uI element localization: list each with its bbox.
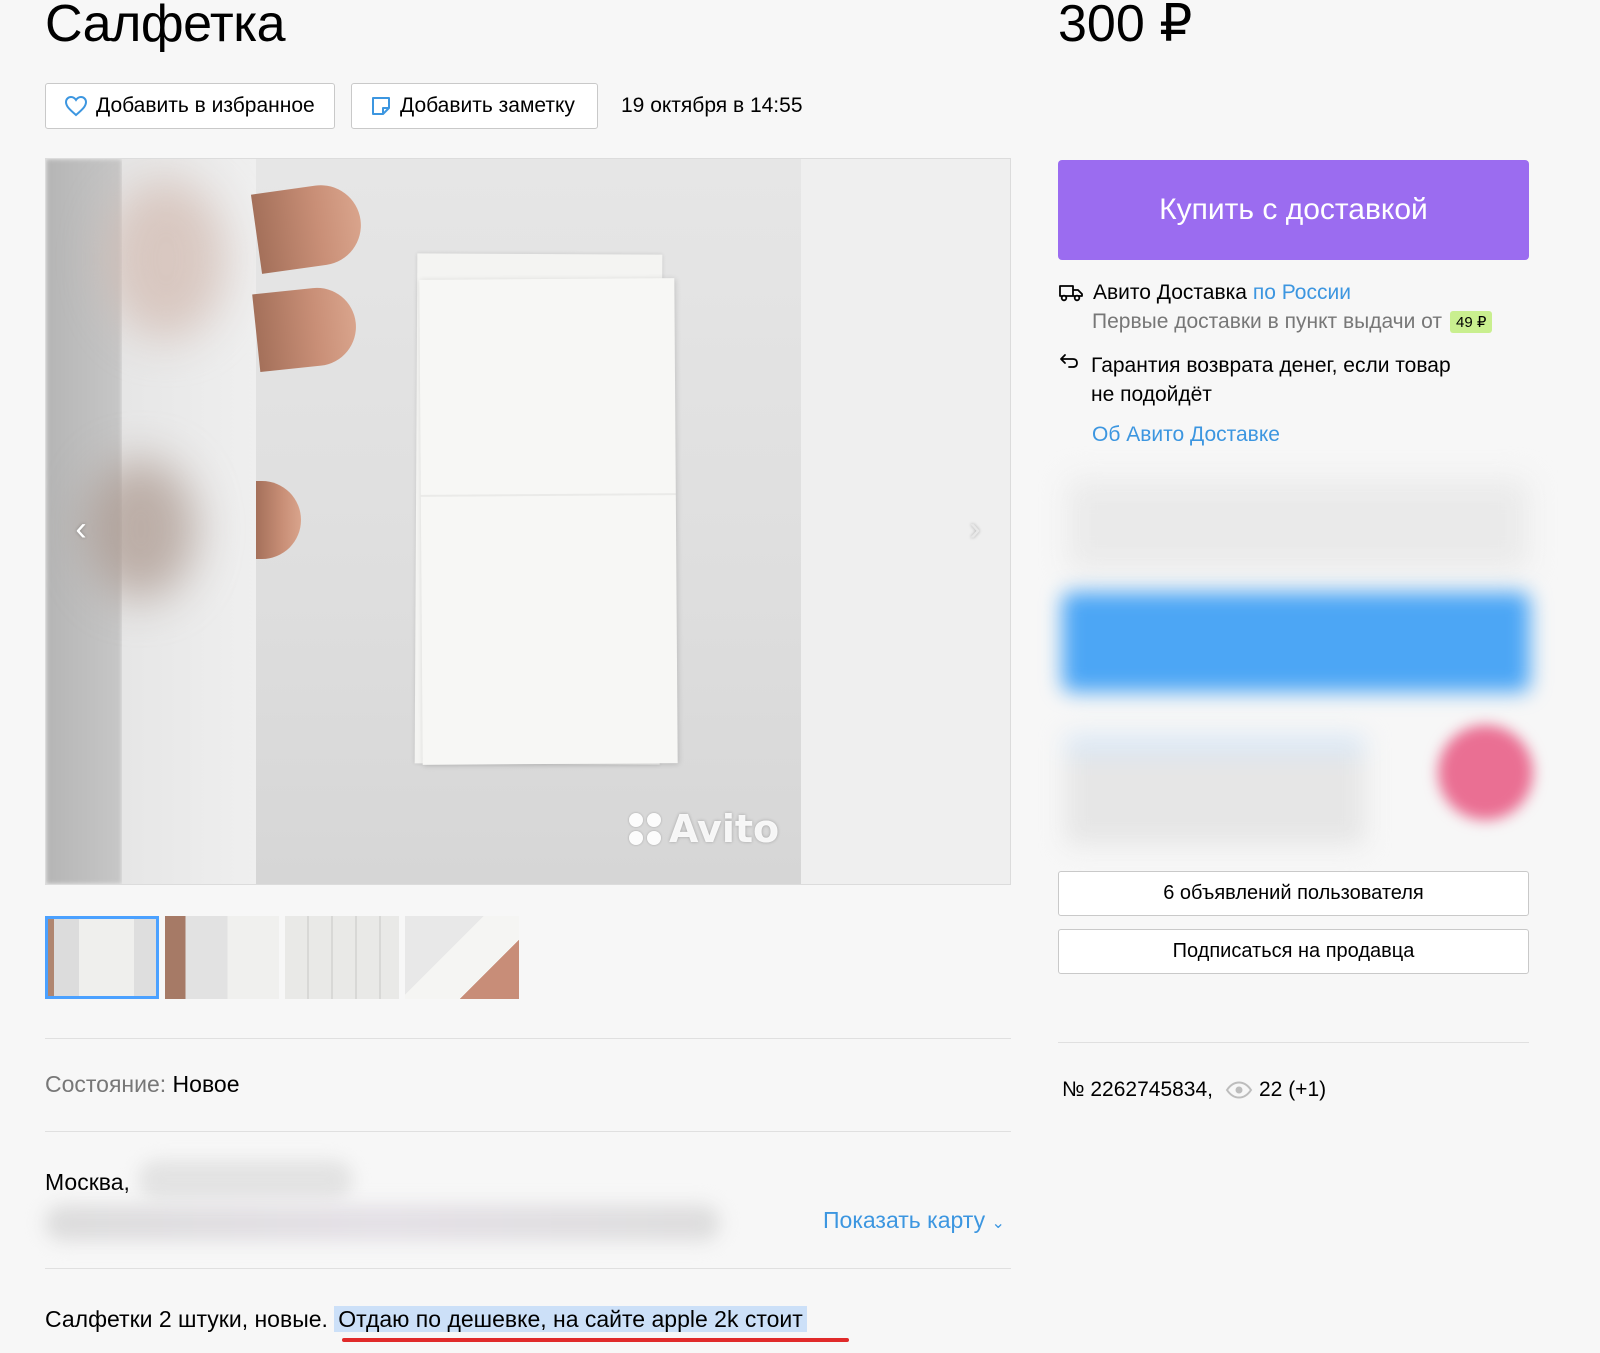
- napkin-front: [419, 278, 678, 765]
- subscribe-to-seller-button[interactable]: Подписаться на продавца: [1058, 929, 1529, 974]
- blurred-contact-button: [1062, 592, 1530, 692]
- description-text: Салфетки 2 штуки, новые.: [45, 1306, 335, 1332]
- divider: [45, 1131, 1011, 1132]
- photo-gallery[interactable]: Avito ‹ ›: [45, 158, 1011, 885]
- listing-meta: № 2262745834, 22 (+1): [1062, 1078, 1326, 1102]
- listing-number: № 2262745834,: [1062, 1078, 1213, 1101]
- blurred-address: [138, 1160, 353, 1200]
- note-icon: [372, 97, 390, 115]
- blurred-seller-info: [1068, 480, 1528, 570]
- about-avito-delivery-link[interactable]: Об Авито Доставке: [1092, 423, 1280, 447]
- thumbnail-1[interactable]: [45, 916, 159, 999]
- avito-logo-icon: [629, 813, 661, 845]
- watermark-text: Avito: [669, 807, 780, 851]
- delivery-info: Авито Доставка по России: [1058, 281, 1351, 305]
- show-map-link[interactable]: Показать карту ⌄: [823, 1207, 1005, 1234]
- buy-with-delivery-button[interactable]: Купить с доставкой: [1058, 160, 1529, 260]
- avito-watermark: Avito: [629, 807, 779, 851]
- truck-icon: [1059, 285, 1083, 302]
- chevron-left-icon[interactable]: ‹: [66, 509, 96, 549]
- condition-row: Состояние: Новое: [45, 1071, 240, 1098]
- red-underline-annotation: [342, 1338, 849, 1342]
- heart-icon: [64, 95, 88, 117]
- delivery-sub-label: Первые доставки в пункт выдачи от: [1092, 310, 1443, 333]
- divider: [45, 1038, 1011, 1039]
- finger: [250, 180, 367, 274]
- delivery-price-badge: 49 ₽: [1450, 311, 1493, 333]
- blurred-address-detail: [45, 1205, 720, 1241]
- return-arrow-icon: [1060, 354, 1078, 368]
- divider: [45, 1268, 1011, 1269]
- thumbnail-4[interactable]: [405, 916, 519, 999]
- chevron-right-icon[interactable]: ›: [960, 509, 990, 549]
- add-note-button[interactable]: Добавить заметку: [351, 83, 598, 129]
- money-back-guarantee: Гарантия возврата денег, если товар не п…: [1058, 351, 1451, 409]
- napkin-fold: [420, 493, 676, 497]
- blurred-region: [106, 179, 226, 339]
- user-ads-button[interactable]: 6 объявлений пользователя: [1058, 871, 1529, 916]
- description-highlighted-text: Отдаю по дешевке, на сайте apple 2k стои…: [334, 1306, 807, 1332]
- blurred-region: [86, 459, 196, 599]
- finger: [252, 283, 360, 373]
- thumbnail-strip: [45, 916, 519, 999]
- description: Салфетки 2 штуки, новые. Отдаю по дешевк…: [45, 1306, 807, 1333]
- view-count: 22 (+1): [1259, 1078, 1327, 1101]
- city: Москва,: [45, 1169, 130, 1195]
- blurred-avatar: [1438, 725, 1533, 820]
- page-title: Салфетка: [45, 0, 286, 53]
- blurred-seller-details: [1065, 735, 1365, 845]
- eye-icon: [1225, 1081, 1253, 1099]
- thumbnail-2[interactable]: [165, 916, 279, 999]
- add-to-favorites-label: Добавить в избранное: [96, 94, 315, 117]
- price: 300 ₽: [1058, 0, 1193, 53]
- divider: [1058, 1042, 1529, 1043]
- chevron-down-icon: ⌄: [991, 1215, 1005, 1232]
- show-map-label: Показать карту: [823, 1207, 986, 1233]
- delivery-name: Авито Доставка: [1093, 281, 1247, 304]
- main-photo: [250, 159, 801, 884]
- add-note-label: Добавить заметку: [400, 94, 575, 117]
- condition-label: Состояние:: [45, 1071, 167, 1097]
- guarantee-line-1: Гарантия возврата денег, если товар: [1091, 354, 1451, 377]
- delivery-subtext: Первые доставки в пункт выдачи от 49 ₽: [1092, 310, 1493, 334]
- thumbnail-3[interactable]: [285, 916, 399, 999]
- finger: [256, 481, 301, 559]
- guarantee-line-2: не подойдёт: [1091, 383, 1212, 406]
- listing-date: 19 октября в 14:55: [621, 94, 803, 117]
- condition-value: Новое: [172, 1071, 240, 1097]
- delivery-scope-link[interactable]: по России: [1253, 281, 1351, 304]
- add-to-favorites-button[interactable]: Добавить в избранное: [45, 83, 335, 129]
